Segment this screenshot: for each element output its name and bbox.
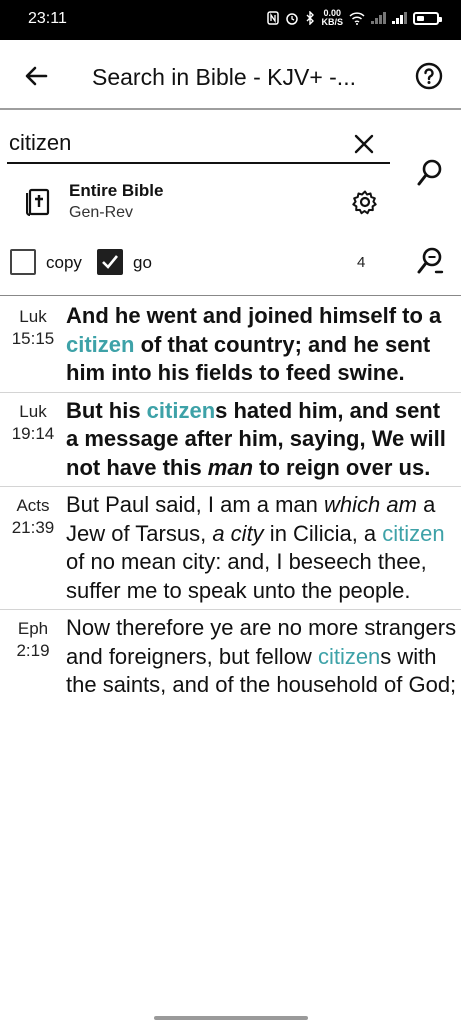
verse-text: And he went and joined himself to a citi…: [66, 302, 461, 388]
search-scope[interactable]: Entire Bible Gen-Rev: [0, 178, 400, 226]
verse-book: Luk: [19, 401, 47, 421]
verse-text-segment: in Cilicia, a: [263, 520, 383, 546]
search-icon[interactable]: [416, 158, 444, 188]
verse-text: Now therefore ye are no more strangers a…: [66, 614, 461, 700]
verse-book: Acts: [16, 496, 50, 515]
verse-book: Luk: [19, 307, 47, 326]
result-row[interactable]: Luk 15:15 And he went and joined himself t…: [0, 302, 461, 393]
alarm-icon: [286, 13, 299, 25]
header-divider: [0, 295, 461, 296]
help-icon[interactable]: [415, 62, 443, 90]
app-bar: Search in Bible - KJV+ -...: [0, 40, 461, 110]
search-match: citizen: [382, 520, 445, 546]
status-icons: 0.00 KB/S: [267, 9, 442, 27]
verse-text-segment: to reign over us.: [253, 454, 431, 480]
signal-icon-2: [392, 12, 407, 24]
search-all-icon[interactable]: [416, 246, 444, 276]
battery-icon: [413, 11, 442, 25]
close-icon[interactable]: [354, 134, 374, 154]
copy-label: copy: [46, 253, 82, 272]
go-label: go: [133, 253, 152, 272]
verse-text: But his citizens hated him, and sent a m…: [66, 397, 461, 483]
verse-italic-text: man: [207, 454, 254, 480]
result-row[interactable]: Eph 2:19 Now therefore ye are no more stra…: [0, 614, 461, 704]
page-title: Search in Bible - KJV+ -...: [92, 64, 356, 90]
gear-icon[interactable]: [352, 189, 378, 215]
results-list: Luk 15:15 And he went and joined himself t…: [0, 302, 461, 708]
scope-range: Gen-Rev: [69, 204, 134, 221]
verse-reference: Acts 21:39: [0, 491, 66, 605]
back-arrow-icon[interactable]: [20, 60, 52, 92]
search-box: [7, 126, 390, 164]
copy-checkbox[interactable]: [10, 249, 36, 275]
verse-text-segment: And he went and joined himself to a: [66, 303, 442, 328]
net-speed: 0.00 KB/S: [321, 9, 343, 27]
result-count: 4: [357, 254, 366, 271]
verse-italic-text: which am: [324, 492, 417, 517]
verse-text-segment: of no mean city: and, I beseech thee, su…: [66, 549, 427, 603]
go-checkbox[interactable]: [97, 249, 123, 275]
verse-text-segment: But his: [66, 397, 147, 423]
verse-italic-text: a city: [212, 520, 264, 546]
verse-chapter-verse: 19:14: [11, 423, 55, 443]
bible-book-icon: [26, 188, 50, 216]
signal-icon: [371, 12, 386, 24]
status-bar: 23:11 0.00 KB/S: [0, 0, 461, 40]
verse-reference: Luk 15:15: [0, 302, 66, 388]
bluetooth-icon: [306, 11, 315, 25]
search-options: copy go 4: [0, 246, 400, 278]
check-icon: [102, 255, 119, 269]
verse-reference: Luk 19:14: [0, 397, 66, 483]
search-match: citizen: [66, 331, 135, 357]
verse-text: But Paul said, I am a man which am a Jew…: [66, 491, 461, 605]
net-speed-unit: KB/S: [321, 17, 343, 27]
verse-reference: Eph 2:19: [0, 614, 66, 700]
home-indicator[interactable]: [154, 1016, 308, 1020]
search-match: citizen: [317, 643, 381, 669]
search-input[interactable]: [7, 126, 337, 160]
verse-chapter-verse: 2:19: [16, 641, 50, 660]
result-row[interactable]: Acts 21:39 But Paul said, I am a man which…: [0, 491, 461, 610]
scope-title: Entire Bible: [69, 181, 164, 200]
search-match: citizen: [146, 397, 216, 423]
verse-text-segment: But Paul said, I am a man: [66, 492, 325, 517]
verse-chapter-verse: 15:15: [11, 329, 55, 348]
wifi-icon: [349, 11, 365, 25]
status-time: 23:11: [28, 10, 67, 27]
verse-book: Eph: [17, 619, 49, 638]
result-row[interactable]: Luk 19:14 But his citizens hated him, and …: [0, 397, 461, 487]
nfc-icon: [267, 11, 280, 25]
verse-chapter-verse: 21:39: [11, 518, 55, 537]
